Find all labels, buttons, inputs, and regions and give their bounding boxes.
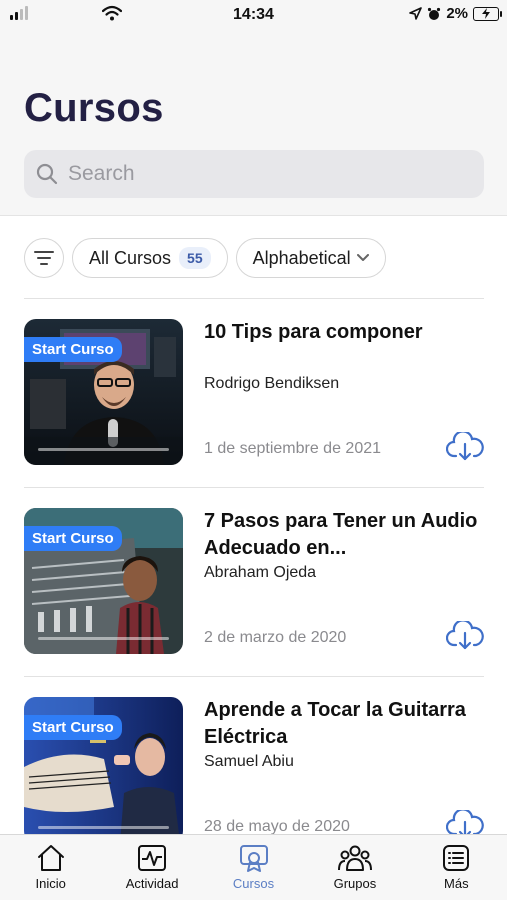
course-progress-track — [38, 826, 169, 829]
certificate-icon — [239, 845, 268, 872]
sort-chip[interactable]: Alphabetical — [235, 238, 386, 278]
tab-label: Más — [444, 876, 469, 891]
course-progress-track — [38, 448, 169, 451]
tab-mas[interactable]: Más — [406, 835, 507, 900]
course-list: Start Curso 10 Tips para componer Rodrig… — [24, 298, 484, 865]
groups-icon — [337, 845, 372, 871]
course-author: Abraham Ojeda — [204, 564, 317, 581]
menu-list-icon — [443, 845, 470, 871]
course-item[interactable]: Start Curso 10 Tips para componer Rodrig… — [24, 298, 484, 487]
course-title[interactable]: 7 Pasos para Tener un Audio Adecuado en.… — [204, 508, 484, 562]
course-date: 2 de marzo de 2020 — [204, 629, 347, 646]
chevron-down-icon — [356, 254, 369, 261]
status-bar: 14:34 2% — [0, 0, 507, 30]
course-thumbnail[interactable]: Start Curso — [24, 319, 183, 465]
start-course-badge: Start Curso — [24, 715, 122, 740]
search-icon — [36, 163, 58, 185]
tab-label: Inicio — [35, 876, 66, 891]
filter-icon — [34, 251, 54, 265]
download-cloud-icon[interactable] — [446, 432, 484, 462]
sort-chip-label: Alphabetical — [252, 247, 351, 268]
tab-label: Cursos — [232, 876, 275, 891]
tab-grupos[interactable]: Grupos — [304, 835, 405, 900]
scope-count-badge: 55 — [179, 247, 211, 269]
course-progress-track — [38, 637, 169, 640]
page-title: Cursos — [24, 86, 164, 130]
battery-icon — [473, 6, 502, 21]
tab-bar: Inicio Actividad Cursos Grupos Más — [0, 834, 507, 900]
course-date: 1 de septiembre de 2021 — [204, 440, 382, 457]
home-icon — [37, 845, 64, 871]
alarm-icon — [428, 7, 441, 20]
scope-chip-label: All Cursos — [89, 247, 172, 268]
location-arrow-icon — [409, 7, 423, 20]
filter-bar: All Cursos 55 Alphabetical — [24, 238, 386, 278]
scope-chip[interactable]: All Cursos 55 — [72, 238, 228, 278]
tab-inicio[interactable]: Inicio — [0, 835, 101, 900]
course-title[interactable]: 10 Tips para componer — [204, 319, 484, 346]
tab-cursos[interactable]: Cursos — [203, 835, 304, 900]
battery-percent: 2% — [446, 5, 468, 22]
tab-label: Grupos — [333, 876, 377, 891]
course-author: Samuel Abiu — [204, 753, 294, 770]
tab-actividad[interactable]: Actividad — [101, 835, 202, 900]
filter-button[interactable] — [24, 238, 64, 278]
download-cloud-icon[interactable] — [446, 621, 484, 651]
course-item[interactable]: Start Curso 7 Pasos para Tener un Audio … — [24, 487, 484, 676]
course-thumbnail[interactable]: Start Curso — [24, 508, 183, 654]
search-input[interactable] — [68, 162, 458, 186]
start-course-badge: Start Curso — [24, 337, 122, 362]
start-course-badge: Start Curso — [24, 526, 122, 551]
tab-label: Actividad — [125, 876, 179, 891]
search-bar[interactable] — [24, 150, 484, 198]
course-title[interactable]: Aprende a Tocar la Guitarra Eléctrica — [204, 697, 484, 751]
course-author: Rodrigo Bendiksen — [204, 375, 340, 392]
header: Cursos — [0, 30, 507, 216]
activity-icon — [138, 845, 167, 871]
course-thumbnail[interactable]: Start Curso — [24, 697, 183, 843]
